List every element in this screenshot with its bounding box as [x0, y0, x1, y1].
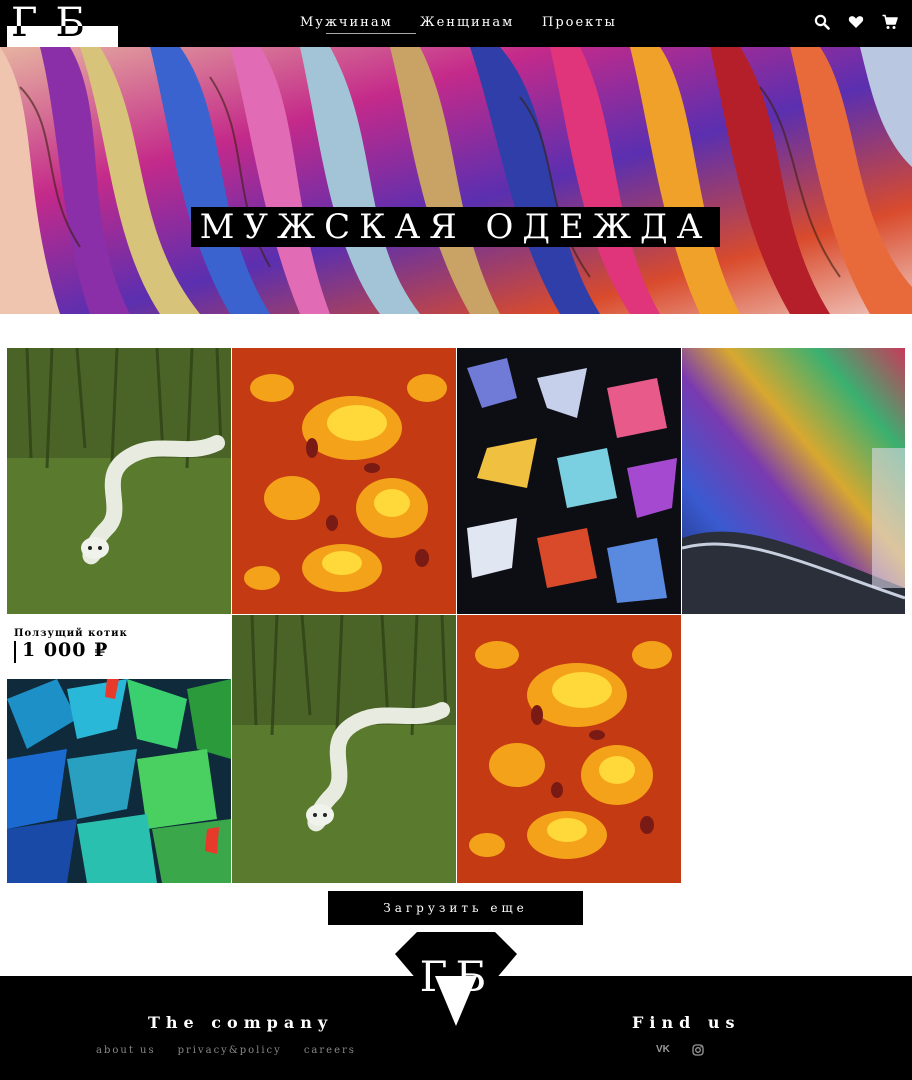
price-bar — [14, 641, 16, 663]
product-image-blue-green-crystals — [7, 679, 231, 883]
footer-logo-text: ГБ — [419, 952, 495, 1001]
product-image-orange-crystals — [457, 615, 681, 883]
header-icons — [814, 14, 898, 32]
cart-icon[interactable] — [882, 14, 898, 30]
product-tile[interactable] — [682, 348, 905, 614]
product-info[interactable]: Ползущий котик 1 000 ₽ — [7, 615, 231, 678]
product-image-orange-crystals — [232, 348, 456, 614]
nav-active-underline — [326, 33, 416, 34]
heart-icon[interactable] — [848, 14, 864, 30]
product-tile[interactable] — [232, 348, 456, 614]
nav-link-women[interactable]: Женщинам — [420, 15, 514, 30]
product-tile[interactable] — [232, 615, 456, 883]
footer-link-about[interactable]: about us — [96, 1045, 156, 1056]
product-tile[interactable] — [457, 348, 681, 614]
footer-find-heading: Find us — [632, 1013, 741, 1032]
product-image-rainbow-crystals — [682, 348, 905, 614]
product-image-dark-crystals — [457, 348, 681, 614]
load-more-button[interactable]: Загрузить еще — [328, 891, 583, 925]
product-tile[interactable] — [7, 679, 231, 883]
product-image-snake-cat — [232, 615, 456, 883]
footer-link-careers[interactable]: careers — [304, 1045, 356, 1056]
product-tile[interactable] — [457, 615, 681, 883]
footer-social: VK — [656, 1044, 704, 1056]
nav-link-men[interactable]: Мужчинам — [300, 15, 393, 30]
product-image-snake-cat — [7, 348, 231, 614]
hero-banner: МУЖСКАЯ ОДЕЖДА — [0, 47, 912, 314]
product-tile[interactable] — [7, 348, 231, 614]
vk-icon[interactable]: VK — [656, 1044, 670, 1056]
site-header: ГБ ГБ Мужчинам Женщинам Проекты — [0, 0, 912, 47]
footer-link-privacy[interactable]: privacy&policy — [178, 1045, 282, 1056]
hero-title: МУЖСКАЯ ОДЕЖДА — [191, 207, 720, 247]
instagram-icon[interactable] — [692, 1044, 704, 1056]
footer-company-heading: The company — [148, 1013, 334, 1032]
nav-link-projects[interactable]: Проекты — [542, 15, 617, 30]
logo[interactable]: ГБ ГБ — [7, 1, 118, 47]
search-icon[interactable] — [814, 14, 830, 30]
hero-crystal-image — [0, 47, 912, 314]
footer-company-links: about us privacy&policy careers — [96, 1045, 356, 1056]
product-price: 1 000 ₽ — [22, 639, 109, 661]
product-name: Ползущий котик — [14, 628, 128, 639]
